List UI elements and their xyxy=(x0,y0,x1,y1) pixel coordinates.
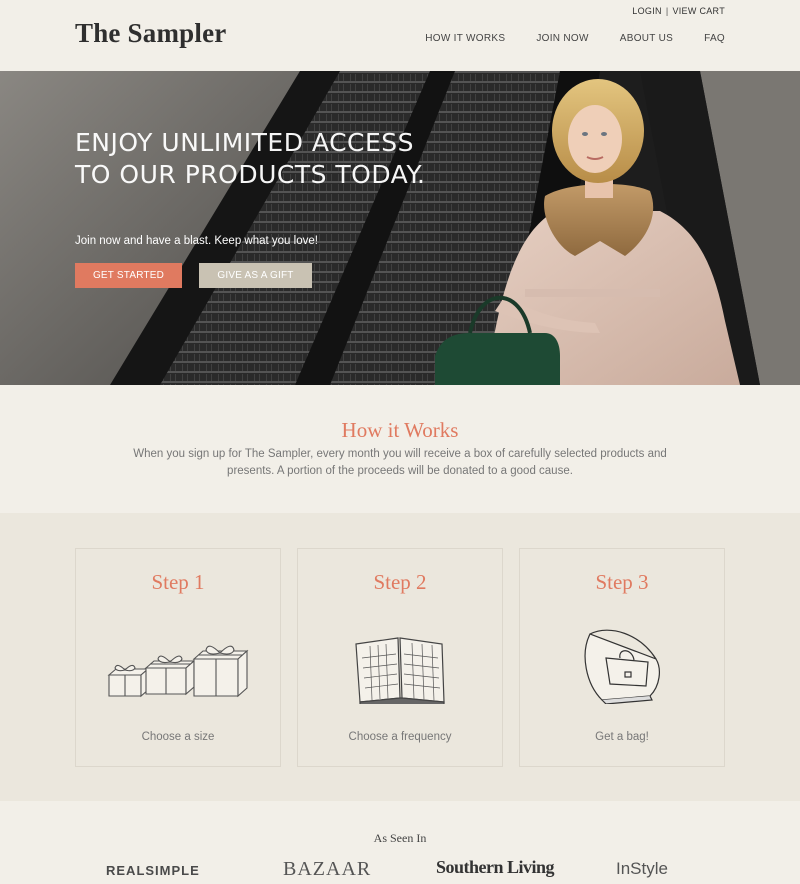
get-started-button[interactable]: GET STARTED xyxy=(75,263,182,288)
step-card-1: Step 1 Choose a size xyxy=(75,548,281,767)
give-as-gift-button[interactable]: GIVE AS A GIFT xyxy=(199,263,312,288)
view-cart-link[interactable]: VIEW CART xyxy=(672,6,725,16)
how-it-works-title: How it Works xyxy=(341,418,459,442)
handbag-icon xyxy=(584,629,660,704)
steps-section: Step 1 Choose a size Step 2 Choose a fre… xyxy=(0,513,800,801)
utility-links: LOGIN | VIEW CART xyxy=(632,6,725,16)
how-it-works-body: When you sign up for The Sampler, every … xyxy=(133,448,667,477)
step-card-3: Step 3 Get a bag! xyxy=(519,548,725,767)
how-it-works-section: How it Works When you sign up for The Sa… xyxy=(0,385,800,513)
nav-faq[interactable]: FAQ xyxy=(704,33,725,44)
nav-about-us[interactable]: ABOUT US xyxy=(620,33,673,44)
login-link[interactable]: LOGIN xyxy=(632,6,662,16)
main-nav: HOW IT WORKS JOIN NOW ABOUT US FAQ xyxy=(425,33,725,44)
step-card-2: Step 2 Choose a frequency xyxy=(297,548,503,767)
hero-headline: Enjoy unlimited access to our products t… xyxy=(75,127,495,191)
realsimple-logo: REALSIMPLE xyxy=(106,863,200,878)
utility-separator: | xyxy=(665,6,669,16)
hero-banner: Enjoy unlimited access to our products t… xyxy=(0,71,800,385)
step-caption: Get a bag! xyxy=(595,731,649,743)
site-logo[interactable]: The Sampler xyxy=(75,18,226,49)
hero-headline-line2: to our products today. xyxy=(75,160,426,189)
as-seen-in-section: As Seen In REALSIMPLE BAZAAR Southern Li… xyxy=(0,801,800,884)
nav-join-now[interactable]: JOIN NOW xyxy=(536,33,588,44)
nav-how-it-works[interactable]: HOW IT WORKS xyxy=(425,33,505,44)
bazaar-logo: BAZAAR xyxy=(283,858,372,880)
as-seen-in-title: As Seen In xyxy=(373,831,427,845)
hero-headline-line1: Enjoy unlimited access xyxy=(75,128,415,157)
step-caption: Choose a size xyxy=(141,731,215,743)
calendar-book-icon xyxy=(355,637,445,704)
step-title: Step 1 xyxy=(151,570,205,594)
step-caption: Choose a frequency xyxy=(348,731,452,743)
instyle-logo: InStyle xyxy=(616,859,668,878)
step-title: Step 2 xyxy=(373,570,427,594)
gift-boxes-icon xyxy=(107,645,249,698)
hero-subline: Join now and have a blast. Keep what you… xyxy=(75,235,318,247)
site-header: The Sampler LOGIN | VIEW CART HOW IT WORKS… xyxy=(0,0,800,71)
step-title: Step 3 xyxy=(595,570,649,594)
hero-photo xyxy=(0,71,800,385)
southern-living-logo: Southern Living xyxy=(436,857,555,877)
